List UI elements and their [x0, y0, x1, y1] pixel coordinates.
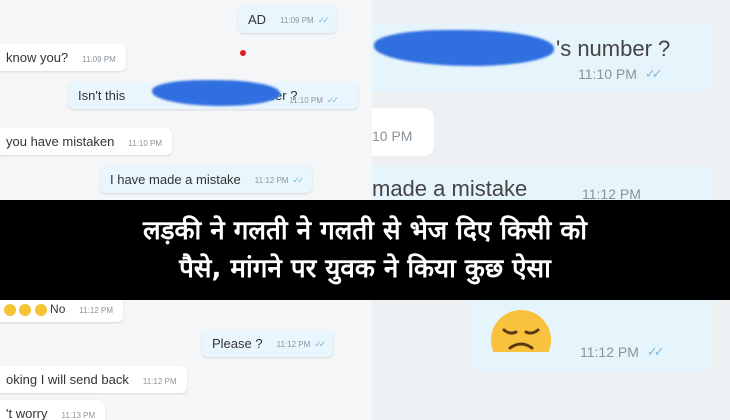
message-incoming: 't worry 11:13 PM	[0, 400, 106, 420]
red-dot	[240, 50, 246, 56]
message-outgoing: I have made a mistake 11:12 PM ✓✓	[100, 166, 312, 193]
laughing-emoji-icon	[19, 303, 32, 316]
message-time: 11:12 PM	[79, 306, 114, 315]
message-text: I have made a mistake	[110, 172, 241, 187]
message-incoming: oking I will send back 11:12 PM	[0, 366, 187, 393]
message-meta: 11:09 PM	[82, 55, 116, 65]
laughing-emoji-icon	[4, 303, 16, 316]
read-ticks-icon: ✓✓	[314, 339, 326, 349]
emoji-group: No	[4, 302, 65, 316]
message-outgoing: AD 11:09 PM ✓✓	[238, 6, 337, 33]
message-meta: 11:12 PM	[143, 377, 177, 387]
message-incoming: know you? 11:09 PM	[0, 44, 126, 71]
message-meta: 11:13 PM	[61, 411, 95, 420]
message-text: AD	[248, 12, 267, 27]
headline-line-2: पैसे, मांगने पर युवक ने किया कुछ ऐसा	[179, 254, 551, 284]
zoom-message-text: made a mistake	[372, 176, 528, 201]
message-text: 't worry	[6, 406, 48, 420]
zoom-message-meta: 11:10 PM ✓✓	[578, 66, 663, 82]
read-ticks-icon: ✓✓	[326, 95, 339, 105]
message-incoming: you have mistaken 11:10 PM	[0, 128, 173, 155]
message-time: 11:10 PM	[128, 139, 163, 148]
message-time: 10 PM	[372, 128, 413, 144]
headline-line-1: लड़की ने गलती ने गलती से भेज दिए किसी को	[143, 216, 587, 246]
message-text: know you?	[6, 50, 69, 65]
message-time: 11:10 PM	[289, 96, 323, 105]
read-ticks-icon: ✓✓	[646, 344, 665, 359]
message-text-part: Isn't this	[78, 88, 126, 103]
disappointed-face-icon	[491, 310, 551, 352]
message-time: 11:12 PM	[276, 340, 311, 349]
message-meta: 11:10 PM ✓✓	[289, 95, 339, 107]
message-meta: 11:12 PM ✓✓	[276, 339, 327, 351]
message-text: Please ?	[212, 336, 263, 351]
read-ticks-icon: ✓✓	[317, 15, 330, 25]
message-time: 11:12 PM	[580, 344, 639, 360]
message-time: 11:13 PM	[61, 411, 96, 420]
zoom-message-text: 's number ?	[556, 36, 671, 61]
message-time: 11:09 PM	[82, 55, 116, 64]
message-time: 11:12 PM	[142, 377, 177, 386]
zoom-message-meta: 11:12 PM ✓✓	[580, 344, 665, 360]
message-text: No	[50, 302, 66, 316]
laughing-emoji-icon	[34, 303, 47, 316]
message-text: oking I will send back	[6, 372, 129, 387]
zoom-message-meta: 10 PM	[372, 128, 412, 144]
message-meta: 11:10 PM	[128, 139, 162, 149]
message-time: 11:09 PM	[280, 16, 314, 25]
read-ticks-icon: ✓✓	[292, 175, 304, 185]
message-meta: 11:12 PM	[79, 306, 113, 316]
message-meta: 11:09 PM ✓✓	[280, 15, 330, 27]
message-meta: 11:12 PM ✓✓	[254, 175, 305, 187]
message-time: 11:12 PM	[254, 176, 289, 185]
message-text: you have mistaken	[6, 134, 115, 149]
headline-banner: लड़की ने गलती ने गलती से भेज दिए किसी को…	[0, 200, 730, 300]
message-outgoing: Please ? 11:12 PM ✓✓	[202, 330, 334, 357]
read-ticks-icon: ✓✓	[644, 66, 663, 81]
message-time: 11:10 PM	[578, 66, 637, 82]
